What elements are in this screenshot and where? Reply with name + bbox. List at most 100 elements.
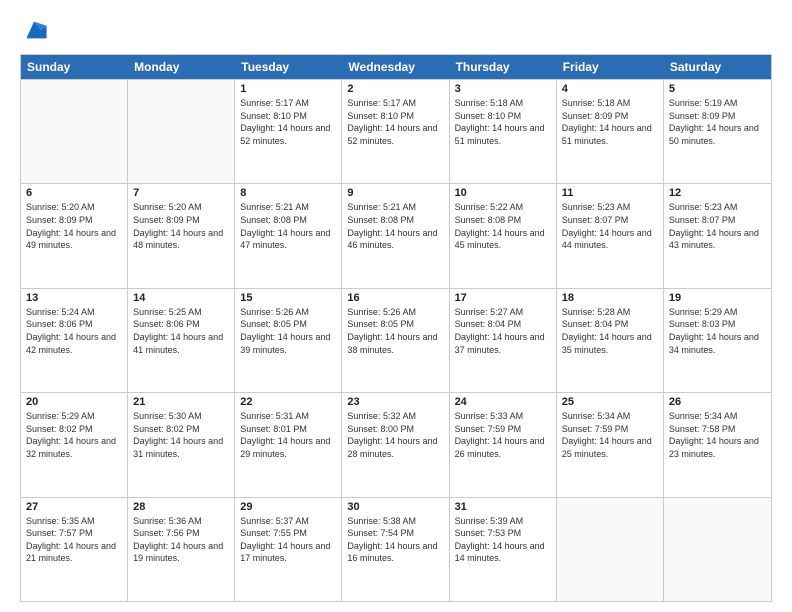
cell-info: Sunrise: 5:20 AMSunset: 8:09 PMDaylight:… [133,201,229,251]
cell-day-number: 17 [455,292,551,304]
calendar-header-row: SundayMondayTuesdayWednesdayThursdayFrid… [21,55,771,79]
calendar-cell: 10Sunrise: 5:22 AMSunset: 8:08 PMDayligh… [450,184,557,287]
calendar-cell: 9 Sunrise: 5:21 AMSunset: 8:08 PMDaylight… [342,184,449,287]
cell-info: Sunrise: 5:17 AMSunset: 8:10 PMDaylight:… [240,97,336,147]
cell-day-number: 16 [347,292,443,304]
cell-info: Sunrise: 5:28 AMSunset: 8:04 PMDaylight:… [562,306,658,356]
cell-info: Sunrise: 5:23 AMSunset: 8:07 PMDaylight:… [669,201,766,251]
calendar-cell: 16 Sunrise: 5:26 AMSunset: 8:05 PMDayligh… [342,289,449,392]
calendar-cell: 19 Sunrise: 5:29 AMSunset: 8:03 PMDayligh… [664,289,771,392]
cell-info: Sunrise: 5:21 AMSunset: 8:08 PMDaylight:… [240,201,336,251]
calendar-header-tuesday: Tuesday [235,55,342,79]
cell-day-number: 22 [240,396,336,408]
calendar-cell: 23 Sunrise: 5:32 AMSunset: 8:00 PMDayligh… [342,393,449,496]
cell-info: Sunrise: 5:37 AMSunset: 7:55 PMDaylight:… [240,515,336,565]
calendar-header-wednesday: Wednesday [342,55,449,79]
calendar-header-monday: Monday [128,55,235,79]
page: SundayMondayTuesdayWednesdayThursdayFrid… [0,0,792,612]
cell-info: Sunrise: 5:33 AMSunset: 7:59 PMDaylight:… [455,410,551,460]
cell-info: Sunrise: 5:32 AMSunset: 8:00 PMDaylight:… [347,410,443,460]
cell-day-number: 15 [240,292,336,304]
calendar-cell [664,498,771,601]
header [20,16,772,44]
calendar-header-thursday: Thursday [450,55,557,79]
calendar-cell: 18 Sunrise: 5:28 AMSunset: 8:04 PMDayligh… [557,289,664,392]
calendar-cell: 4Sunrise: 5:18 AMSunset: 8:09 PMDaylight… [557,80,664,183]
cell-day-number: 18 [562,292,658,304]
cell-info: Sunrise: 5:35 AMSunset: 7:57 PMDaylight:… [26,515,122,565]
cell-info: Sunrise: 5:26 AMSunset: 8:05 PMDaylight:… [240,306,336,356]
calendar-header-sunday: Sunday [21,55,128,79]
cell-day-number: 3 [455,83,551,95]
cell-day-number: 21 [133,396,229,408]
calendar-cell: 31Sunrise: 5:39 AMSunset: 7:53 PMDayligh… [450,498,557,601]
calendar-cell: 27Sunrise: 5:35 AMSunset: 7:57 PMDayligh… [21,498,128,601]
cell-info: Sunrise: 5:30 AMSunset: 8:02 PMDaylight:… [133,410,229,460]
cell-day-number: 12 [669,187,766,199]
cell-info: Sunrise: 5:20 AMSunset: 8:09 PMDaylight:… [26,201,122,251]
calendar-cell: 20 Sunrise: 5:29 AMSunset: 8:02 PMDayligh… [21,393,128,496]
calendar-cell [557,498,664,601]
calendar-cell: 26 Sunrise: 5:34 AMSunset: 7:58 PMDayligh… [664,393,771,496]
cell-day-number: 9 [347,187,443,199]
calendar-cell: 30 Sunrise: 5:38 AMSunset: 7:54 PMDayligh… [342,498,449,601]
calendar-cell: 21 Sunrise: 5:30 AMSunset: 8:02 PMDayligh… [128,393,235,496]
cell-info: Sunrise: 5:27 AMSunset: 8:04 PMDaylight:… [455,306,551,356]
calendar-cell: 14 Sunrise: 5:25 AMSunset: 8:06 PMDayligh… [128,289,235,392]
cell-info: Sunrise: 5:22 AMSunset: 8:08 PMDaylight:… [455,201,551,251]
cell-day-number: 14 [133,292,229,304]
calendar-cell [128,80,235,183]
calendar-cell: 3 Sunrise: 5:18 AMSunset: 8:10 PMDaylight… [450,80,557,183]
calendar: SundayMondayTuesdayWednesdayThursdayFrid… [20,54,772,602]
cell-info: Sunrise: 5:36 AMSunset: 7:56 PMDaylight:… [133,515,229,565]
cell-info: Sunrise: 5:18 AMSunset: 8:10 PMDaylight:… [455,97,551,147]
calendar-header-friday: Friday [557,55,664,79]
cell-day-number: 23 [347,396,443,408]
cell-day-number: 26 [669,396,766,408]
cell-info: Sunrise: 5:21 AMSunset: 8:08 PMDaylight:… [347,201,443,251]
cell-day-number: 11 [562,187,658,199]
calendar-cell: 11 Sunrise: 5:23 AMSunset: 8:07 PMDayligh… [557,184,664,287]
cell-info: Sunrise: 5:34 AMSunset: 7:58 PMDaylight:… [669,410,766,460]
cell-day-number: 28 [133,501,229,513]
cell-day-number: 6 [26,187,122,199]
cell-info: Sunrise: 5:31 AMSunset: 8:01 PMDaylight:… [240,410,336,460]
calendar-body: 1 Sunrise: 5:17 AMSunset: 8:10 PMDaylight… [21,79,771,601]
cell-day-number: 19 [669,292,766,304]
cell-info: Sunrise: 5:26 AMSunset: 8:05 PMDaylight:… [347,306,443,356]
cell-day-number: 24 [455,396,551,408]
calendar-cell: 28 Sunrise: 5:36 AMSunset: 7:56 PMDayligh… [128,498,235,601]
calendar-cell: 2Sunrise: 5:17 AMSunset: 8:10 PMDaylight… [342,80,449,183]
cell-info: Sunrise: 5:19 AMSunset: 8:09 PMDaylight:… [669,97,766,147]
cell-info: Sunrise: 5:23 AMSunset: 8:07 PMDaylight:… [562,201,658,251]
calendar-header-saturday: Saturday [664,55,771,79]
cell-info: Sunrise: 5:24 AMSunset: 8:06 PMDaylight:… [26,306,122,356]
cell-day-number: 13 [26,292,122,304]
calendar-cell: 8 Sunrise: 5:21 AMSunset: 8:08 PMDaylight… [235,184,342,287]
calendar-cell: 5 Sunrise: 5:19 AMSunset: 8:09 PMDaylight… [664,80,771,183]
calendar-row-1: 6 Sunrise: 5:20 AMSunset: 8:09 PMDaylight… [21,183,771,287]
calendar-cell: 25 Sunrise: 5:34 AMSunset: 7:59 PMDayligh… [557,393,664,496]
calendar-cell [21,80,128,183]
cell-info: Sunrise: 5:29 AMSunset: 8:03 PMDaylight:… [669,306,766,356]
cell-day-number: 5 [669,83,766,95]
calendar-row-2: 13 Sunrise: 5:24 AMSunset: 8:06 PMDayligh… [21,288,771,392]
cell-info: Sunrise: 5:25 AMSunset: 8:06 PMDaylight:… [133,306,229,356]
calendar-cell: 22 Sunrise: 5:31 AMSunset: 8:01 PMDayligh… [235,393,342,496]
calendar-row-3: 20 Sunrise: 5:29 AMSunset: 8:02 PMDayligh… [21,392,771,496]
cell-info: Sunrise: 5:38 AMSunset: 7:54 PMDaylight:… [347,515,443,565]
calendar-cell: 15 Sunrise: 5:26 AMSunset: 8:05 PMDayligh… [235,289,342,392]
cell-day-number: 25 [562,396,658,408]
cell-day-number: 20 [26,396,122,408]
cell-day-number: 30 [347,501,443,513]
calendar-cell: 7Sunrise: 5:20 AMSunset: 8:09 PMDaylight… [128,184,235,287]
cell-day-number: 1 [240,83,336,95]
cell-info: Sunrise: 5:29 AMSunset: 8:02 PMDaylight:… [26,410,122,460]
cell-day-number: 4 [562,83,658,95]
cell-info: Sunrise: 5:34 AMSunset: 7:59 PMDaylight:… [562,410,658,460]
logo [20,16,54,44]
cell-day-number: 8 [240,187,336,199]
calendar-cell: 13 Sunrise: 5:24 AMSunset: 8:06 PMDayligh… [21,289,128,392]
calendar-cell: 29Sunrise: 5:37 AMSunset: 7:55 PMDayligh… [235,498,342,601]
logo-icon [20,16,48,44]
